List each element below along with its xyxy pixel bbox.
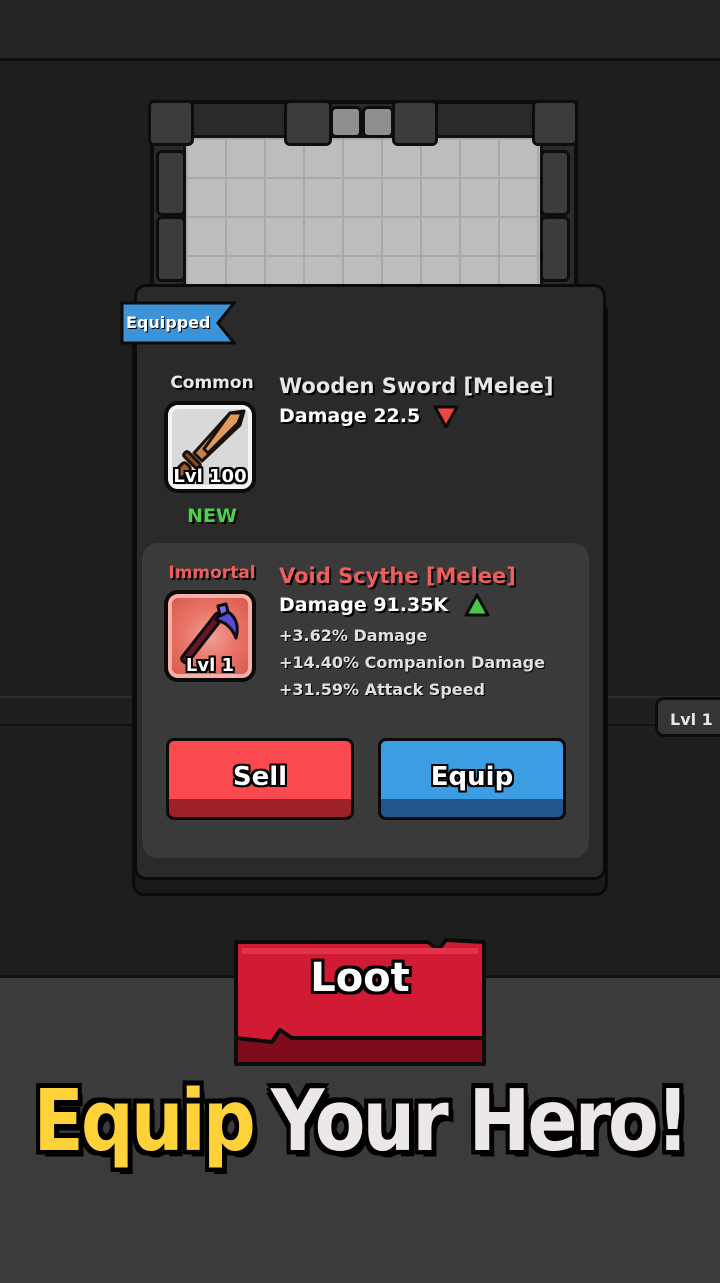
tagline-main: Your Hero! [270, 1071, 690, 1171]
loot-label: Loot [310, 955, 410, 1001]
tagline: Equip Your Hero! [0, 1072, 720, 1178]
window-stone [284, 100, 332, 146]
window-stone [156, 216, 186, 282]
window-stone [540, 150, 570, 216]
window-stone [532, 100, 578, 146]
new-item-damage: Damage 91.35K [279, 594, 449, 616]
equip-button[interactable]: Equip [378, 738, 566, 820]
equipped-item-level: Lvl 100 [173, 466, 247, 487]
stat-line: +31.59% Attack Speed [279, 680, 485, 699]
window-stone [156, 150, 186, 216]
window-stone [330, 106, 362, 138]
floor-rail-left [0, 696, 134, 726]
tagline-accent: Equip [33, 1071, 256, 1171]
window-stone [362, 106, 394, 138]
equipped-badge: Equipped [126, 313, 211, 332]
new-tag: NEW [187, 505, 237, 527]
down-arrow-icon [433, 405, 459, 429]
top-bar [0, 0, 720, 61]
window-stone [392, 100, 438, 146]
dungeon-window-glass [183, 135, 543, 306]
sell-button[interactable]: Sell [166, 738, 354, 820]
equipped-item-rarity: Common [170, 373, 254, 393]
equipped-item-card[interactable]: Lvl 100 [164, 401, 256, 493]
new-item-name: Void Scythe [Melee] [279, 564, 516, 588]
window-stone [540, 216, 570, 282]
stat-line: +14.40% Companion Damage [279, 653, 545, 672]
new-item-card[interactable]: Lvl 1 [164, 590, 256, 682]
equipped-item-name: Wooden Sword [Melee] [279, 374, 554, 398]
stat-line: +3.62% Damage [279, 626, 428, 645]
side-level-tag[interactable]: Lvl 1 [655, 697, 720, 737]
up-arrow-icon [464, 593, 490, 617]
window-stone [148, 100, 194, 146]
new-item-level: Lvl 1 [185, 655, 235, 676]
new-item-rarity: Immortal [168, 563, 256, 583]
equipped-item-damage: Damage 22.5 [279, 405, 421, 427]
